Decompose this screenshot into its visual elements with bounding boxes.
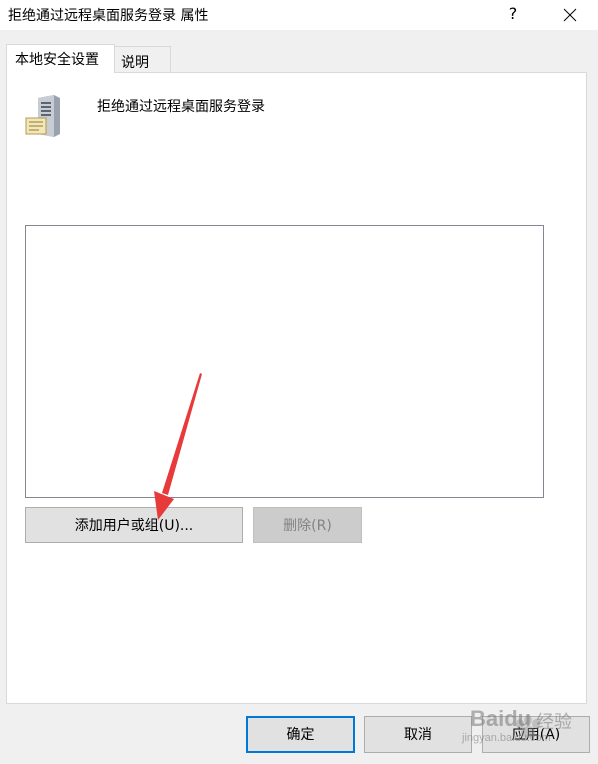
tab-local-security-setting[interactable]: 本地安全设置 [6,44,115,73]
close-button[interactable] [552,0,588,30]
close-icon [563,8,577,22]
help-button[interactable]: ? [498,0,528,30]
policy-name: 拒绝通过远程桌面服务登录 [97,99,265,115]
server-icon [25,95,60,137]
title-bar: 拒绝通过远程桌面服务登录 属性 ? [0,0,598,30]
watermark-brand: Baidu [470,706,532,731]
remove-button[interactable]: 删除(R) [253,507,362,543]
ok-button[interactable]: 确定 [246,716,355,753]
watermark-jingyan: 经验 [536,712,572,733]
tab-label: 本地安全设置 [15,52,99,68]
annotation-arrow [154,373,202,520]
tab-explain[interactable]: 说明 [114,46,171,73]
user-group-list[interactable] [25,225,544,498]
help-icon: ? [508,4,518,23]
window-title: 拒绝通过远程桌面服务登录 属性 [8,8,209,24]
watermark-url: jingyan.baidu.com [462,732,551,744]
tab-label: 说明 [121,55,149,71]
